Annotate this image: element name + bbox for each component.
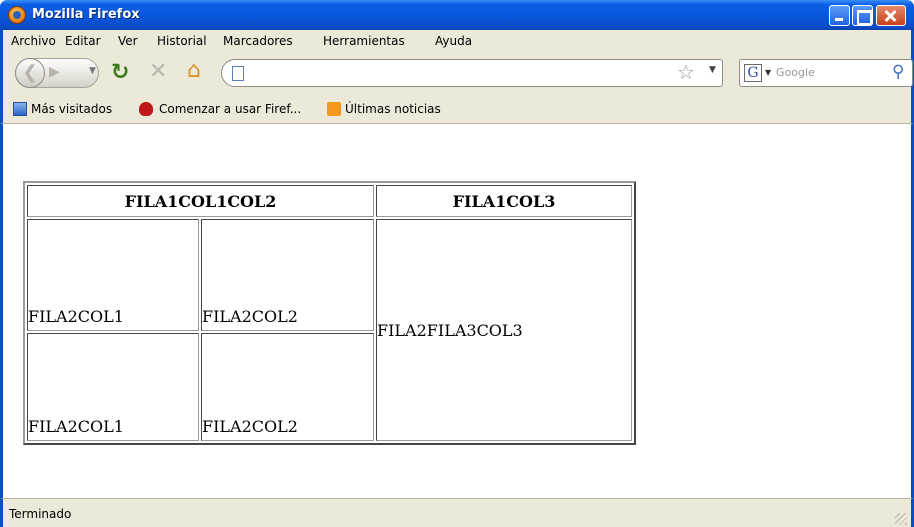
table-cell: FILA2COL1 — [27, 333, 199, 441]
status-text: Terminado — [9, 507, 72, 521]
menu-historial[interactable]: Historial — [157, 34, 207, 48]
home-icon[interactable]: ⌂ — [187, 58, 201, 83]
bookmark-mas-visitados[interactable]: Más visitados — [31, 102, 112, 116]
bookmarks-toolbar: Más visitados Comenzar a usar Firef... Ú… — [0, 94, 914, 124]
table-cell: FILA2COL1 — [27, 219, 199, 331]
firefox-icon — [8, 6, 26, 24]
page-icon — [232, 66, 244, 81]
table-cell: FILA2FILA3COL3 — [376, 219, 632, 441]
getting-started-icon — [139, 102, 153, 116]
search-icon[interactable]: ⚲ — [892, 62, 904, 82]
engine-dropdown-icon[interactable]: ▼ — [765, 68, 771, 77]
status-bar: Terminado — [0, 498, 914, 527]
menu-editar[interactable]: Editar — [65, 34, 101, 48]
menu-archivo[interactable]: Archivo — [11, 34, 56, 48]
search-box[interactable]: G ▼ Google ⚲ — [739, 59, 913, 87]
window-title: Mozilla Firefox — [32, 7, 140, 22]
search-placeholder[interactable]: Google — [776, 66, 815, 79]
table-header-cell: FILA1COL1COL2 — [27, 185, 374, 217]
history-dropdown-icon[interactable]: ▼ — [89, 66, 96, 76]
url-bar[interactable] — [221, 59, 723, 87]
menu-bar: Archivo Editar Ver Historial Marcadores … — [0, 30, 914, 52]
menu-herramientas[interactable]: Herramientas — [323, 34, 405, 48]
table-cell: FILA2COL2 — [201, 333, 374, 441]
title-bar: Mozilla Firefox — [0, 0, 914, 30]
back-button[interactable]: ❮ — [15, 58, 45, 88]
close-button[interactable] — [876, 5, 906, 26]
page-content: FILA1COL1COL2 FILA1COL3 FILA2COL1 FILA2C… — [0, 124, 914, 498]
table-cell: FILA2COL2 — [201, 219, 374, 331]
bookmark-comenzar[interactable]: Comenzar a usar Firef... — [159, 102, 301, 116]
forward-button[interactable]: ▶ — [49, 64, 60, 80]
resize-grip[interactable] — [895, 513, 907, 525]
minimize-button[interactable] — [829, 5, 850, 26]
google-engine-icon[interactable]: G — [744, 64, 762, 82]
table-header-cell: FILA1COL3 — [376, 185, 632, 217]
maximize-button[interactable] — [852, 5, 873, 26]
most-visited-icon — [13, 102, 27, 116]
demo-table: FILA1COL1COL2 FILA1COL3 FILA2COL1 FILA2C… — [23, 181, 636, 445]
rss-feed-icon — [327, 102, 341, 116]
stop-icon[interactable]: ✕ — [149, 59, 167, 84]
menu-ayuda[interactable]: Ayuda — [435, 34, 472, 48]
navigation-toolbar: ❮ ▶ ▼ ↻ ✕ ⌂ ☆ ▼ G ▼ Google ⚲ — [0, 52, 914, 94]
bookmark-star-icon[interactable]: ☆ — [677, 60, 695, 84]
bookmark-ultimas-noticias[interactable]: Últimas noticias — [345, 102, 441, 116]
menu-marcadores[interactable]: Marcadores — [223, 34, 293, 48]
reload-icon[interactable]: ↻ — [111, 60, 129, 85]
url-dropdown-icon[interactable]: ▼ — [709, 65, 716, 75]
menu-ver[interactable]: Ver — [118, 34, 138, 48]
